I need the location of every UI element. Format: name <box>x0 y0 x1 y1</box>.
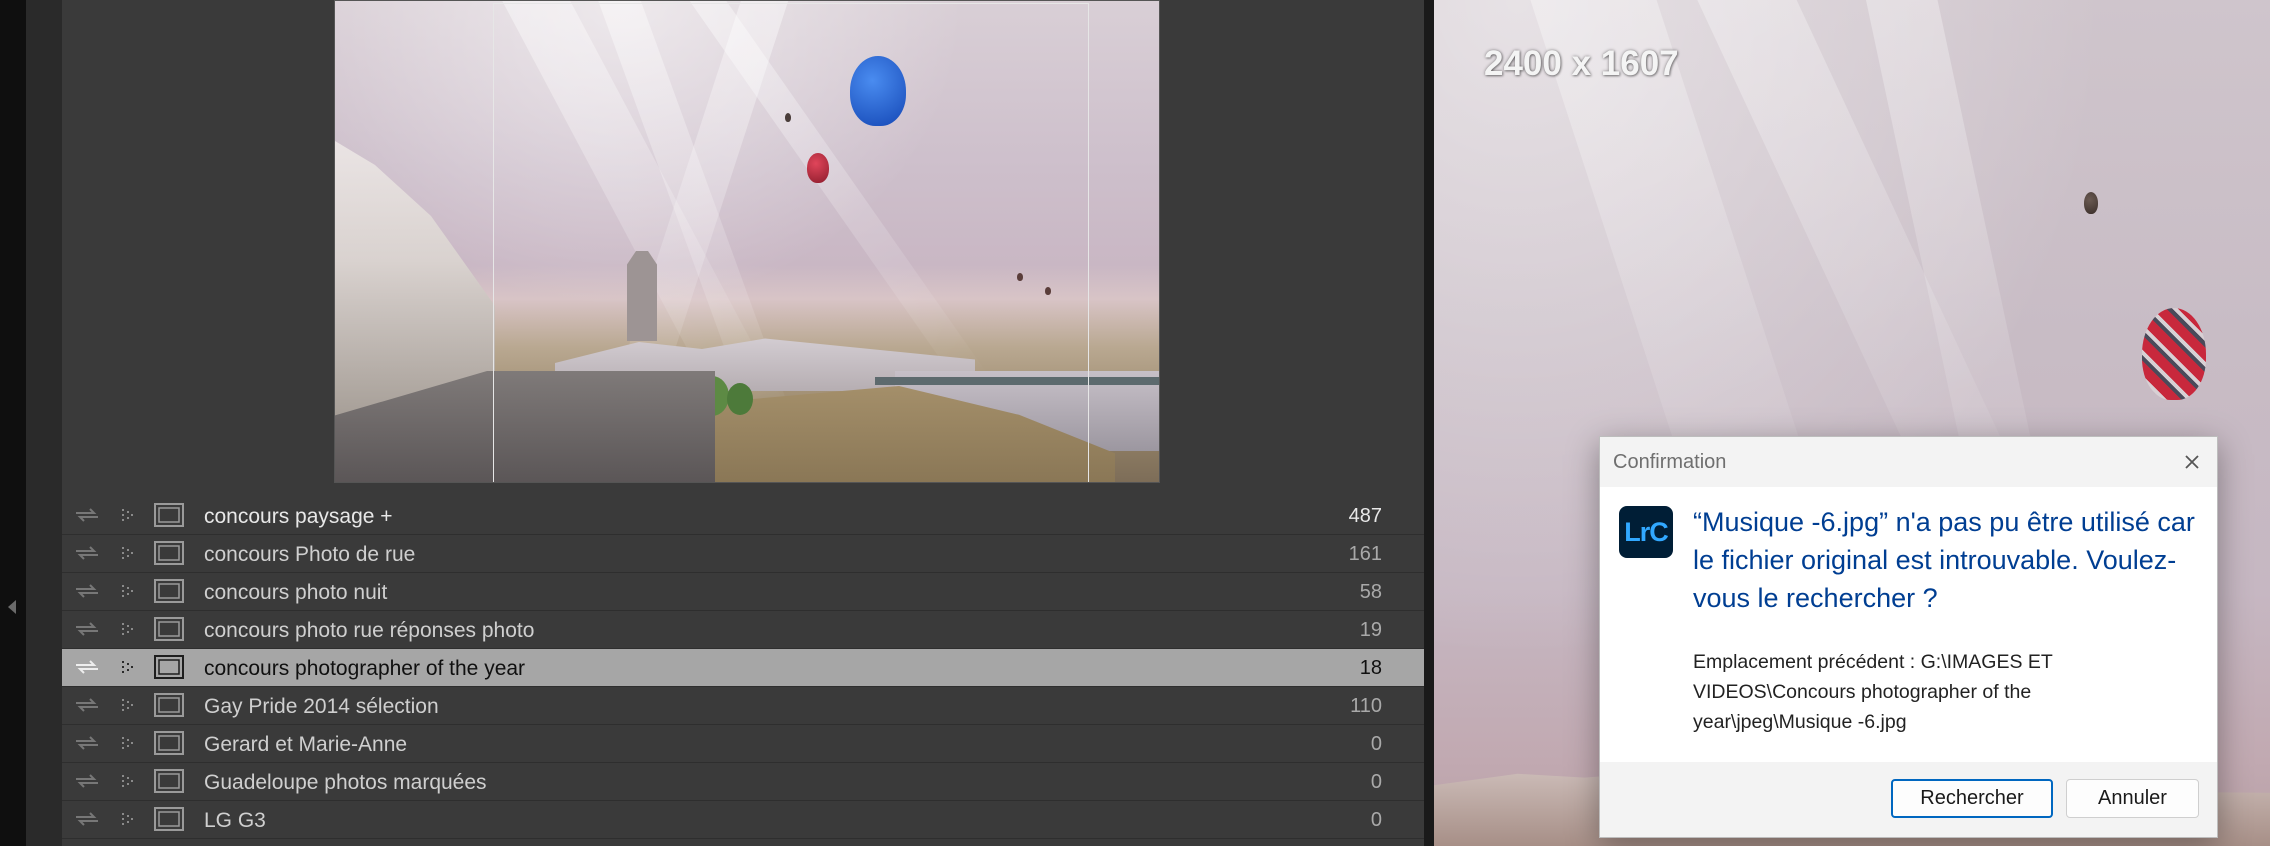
dialog-message: “Musique -6.jpg” n'a pas pu être utilisé… <box>1693 507 2195 613</box>
dialog-footer: Rechercher Annuler <box>1600 762 2217 837</box>
sync-arrows-icon <box>76 622 98 636</box>
collection-row[interactable]: Guadeloupe photos marquées 0 <box>62 763 1424 801</box>
collection-count: 0 <box>1370 809 1382 831</box>
dotted-grid-icon <box>122 509 133 521</box>
sync-arrows-icon <box>76 546 98 560</box>
lightroom-classic-logo: LrC <box>1619 506 1673 558</box>
sync-arrows-icon <box>76 508 98 522</box>
collection-name: concours photo nuit <box>204 581 388 604</box>
collection-icon <box>154 769 184 793</box>
sync-arrows-icon <box>76 812 98 826</box>
collection-row[interactable]: concours photo rue réponses photo 19 <box>62 611 1424 649</box>
sync-arrows-icon <box>76 584 98 598</box>
collection-name: Gerard et Marie-Anne <box>204 733 408 756</box>
left-edge-panel <box>0 0 26 846</box>
collapse-arrow-icon[interactable] <box>8 600 16 614</box>
collection-count: 110 <box>1350 695 1382 717</box>
dialog-titlebar: Confirmation <box>1600 437 2217 487</box>
dialog-title: Confirmation <box>1613 451 1727 473</box>
collection-count: 161 <box>1348 543 1382 565</box>
collection-name: concours paysage + <box>204 505 393 528</box>
collection-name: concours photo rue réponses photo <box>204 619 535 642</box>
confirmation-dialog: Confirmation LrC “Musique -6.jpg” n'a pa… <box>1599 436 2218 838</box>
collection-name: Gay Pride 2014 sélection <box>204 695 439 718</box>
collection-row[interactable]: concours paysage + 487 <box>62 497 1424 535</box>
collection-count: 18 <box>1359 657 1382 679</box>
main-panel: concours paysage + 487 concours Photo de… <box>62 0 1424 846</box>
collection-name: concours photographer of the year <box>204 657 526 680</box>
sync-arrows-icon <box>76 660 98 674</box>
navigator-preview-area <box>62 0 1424 493</box>
collection-name: Guadeloupe photos marquées <box>204 771 487 794</box>
collection-icon <box>154 617 184 641</box>
collection-count: 19 <box>1359 619 1382 641</box>
dotted-grid-icon <box>122 737 133 749</box>
dotted-grid-icon <box>122 585 133 597</box>
collection-icon <box>154 579 184 603</box>
dotted-grid-icon <box>122 547 133 559</box>
dotted-grid-icon <box>122 623 133 635</box>
dotted-grid-icon <box>122 661 133 673</box>
dotted-grid-icon <box>122 699 133 711</box>
collection-icon <box>154 655 184 679</box>
collection-row[interactable]: LG G3 0 <box>62 801 1424 839</box>
search-button[interactable]: Rechercher <box>1891 779 2053 818</box>
navigator-preview-image[interactable] <box>334 0 1160 483</box>
collection-row-selected[interactable]: concours photographer of the year 18 <box>62 649 1424 687</box>
collections-list: concours paysage + 487 concours Photo de… <box>62 497 1424 846</box>
sync-arrows-icon <box>76 736 98 750</box>
collection-icon <box>154 503 184 527</box>
collection-count: 0 <box>1370 771 1382 793</box>
collection-count: 58 <box>1359 581 1382 603</box>
left-panel-scroll-track <box>26 0 63 846</box>
collection-row[interactable]: concours photo nuit 58 <box>62 573 1424 611</box>
collection-row[interactable]: concours Photo de rue 161 <box>62 535 1424 573</box>
collection-icon <box>154 541 184 565</box>
dotted-grid-icon <box>122 813 133 825</box>
collection-icon <box>154 693 184 717</box>
dialog-previous-location: Emplacement précédent : G:\IMAGES ET VID… <box>1693 651 2053 733</box>
navigator-crop-frame[interactable] <box>493 3 1089 482</box>
image-dimensions-label: 2400 x 1607 <box>1484 44 1679 83</box>
dotted-grid-icon <box>122 775 133 787</box>
collection-row[interactable]: Gay Pride 2014 sélection 110 <box>62 687 1424 725</box>
panel-divider <box>1424 0 1434 846</box>
sync-arrows-icon <box>76 698 98 712</box>
cancel-button[interactable]: Annuler <box>2066 779 2199 818</box>
collection-name: concours Photo de rue <box>204 543 416 566</box>
collection-row[interactable]: Gerard et Marie-Anne 0 <box>62 725 1424 763</box>
collection-count: 0 <box>1370 733 1382 755</box>
sync-arrows-icon <box>76 774 98 788</box>
collection-icon <box>154 731 184 755</box>
collection-icon <box>154 807 184 831</box>
collection-count: 487 <box>1348 505 1382 527</box>
close-icon[interactable] <box>2179 449 2205 475</box>
collection-name: LG G3 <box>204 809 266 832</box>
